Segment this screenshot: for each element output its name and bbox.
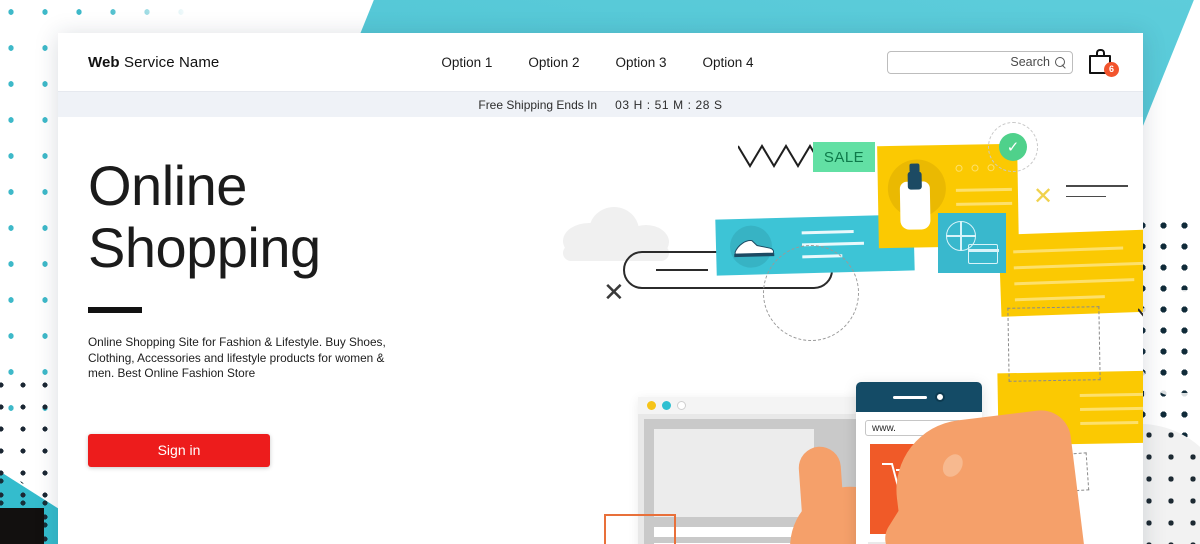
brand-rest-text: Service Name [119,53,220,71]
headline-line-2: Shopping [88,216,321,279]
search-placeholder-label: Search [1010,55,1050,69]
nav-item-option-4[interactable]: Option 4 [703,55,754,70]
yellow-card-line-2 [956,201,1013,206]
credit-card-icon [968,244,999,264]
yellow-card-line-1 [955,187,1012,192]
water-bottle-icon [899,163,934,230]
yc3-line-3 [1080,420,1139,425]
title-underline-rule [88,307,142,313]
sneaker-icon [734,240,775,258]
sale-badge-label: SALE [823,148,865,166]
hero-section: Online Shopping Online Shopping Site for… [58,117,1143,544]
check-icon: ✓ [999,133,1027,161]
speech-bubble-orange [604,514,676,544]
page-root: Web Service Name Option 1 Option 2 Optio… [0,0,1200,544]
fingernail [938,450,967,481]
dashed-circle [763,245,859,341]
yc2-line-1 [1013,246,1124,253]
nav-item-option-3[interactable]: Option 3 [615,55,666,70]
thumb-left [797,445,847,544]
phone-earpiece-row [856,382,982,412]
nav-item-option-1[interactable]: Option 1 [441,55,492,70]
browser-hero-block [654,429,814,517]
sale-badge: SALE [813,142,875,172]
nav-links: Option 1 Option 2 Option 3 Option 4 [441,55,753,70]
hero-description: Online Shopping Site for Fashion & Lifes… [88,335,386,380]
yc2-line-3 [1014,278,1135,285]
cart-button[interactable]: 6 [1089,48,1119,77]
website-mockup-card: Web Service Name Option 1 Option 2 Optio… [58,33,1143,544]
yellow-card-secondary [998,229,1143,317]
headline-line-1: Online [88,154,247,217]
yellow-card-dot-1 [955,164,963,172]
text-line-2 [1066,195,1106,198]
yellow-x-icon: ✕ [1033,183,1054,210]
search-input[interactable]: Search [887,50,1073,74]
browser-dot-white [677,401,686,410]
hero-illustration: ✕ ‹/› SALE [488,117,1143,544]
browser-dot-teal [662,401,671,410]
browser-titlebar [638,397,886,414]
green-check-badge: ✓ [988,122,1038,172]
search-icon[interactable] [1055,56,1066,68]
text-lines-group [1066,185,1128,198]
cart-count-badge: 6 [1104,62,1119,77]
yc3-line-1 [1079,392,1143,397]
yc2-line-2 [1013,261,1143,269]
zigzag-line-small [1138,308,1143,317]
shoe-card-line-1 [801,229,854,234]
navbar-right-group: Search 6 [887,48,1119,77]
pill-line-left [656,269,709,271]
corner-black-label [0,508,44,544]
x-mark-icon: ✕ [603,277,625,307]
browser-dot-yellow [647,401,656,410]
globe-credit-card-icon [938,213,1006,273]
yc2-line-4 [1014,295,1105,301]
free-shipping-label: Free Shipping Ends In [478,97,598,112]
dashed-rectangle-1 [1007,306,1101,382]
page-title: Online Shopping [88,155,508,279]
nav-item-option-2[interactable]: Option 2 [528,55,579,70]
free-shipping-bar: Free Shipping Ends In 03 H : 51 M : 28 S [58,91,1143,117]
yc3-line-2 [1079,406,1143,411]
yellow-card-dot-3 [987,164,995,172]
brand-logo[interactable]: Web Service Name [88,54,219,71]
site-navbar: Web Service Name Option 1 Option 2 Optio… [58,33,1143,91]
free-shipping-timer: 03 H : 51 M : 28 S [615,97,723,112]
brand-bold-text: Web [88,53,120,71]
phone-camera [935,392,945,402]
phone-speaker [893,395,927,399]
sign-in-button[interactable]: Sign in [88,433,270,467]
yellow-card-dot-2 [971,164,979,172]
phone-banner-left-gutter [856,444,870,534]
hero-copy-block: Online Shopping Online Shopping Site for… [88,155,508,467]
text-line-1 [1066,185,1128,187]
